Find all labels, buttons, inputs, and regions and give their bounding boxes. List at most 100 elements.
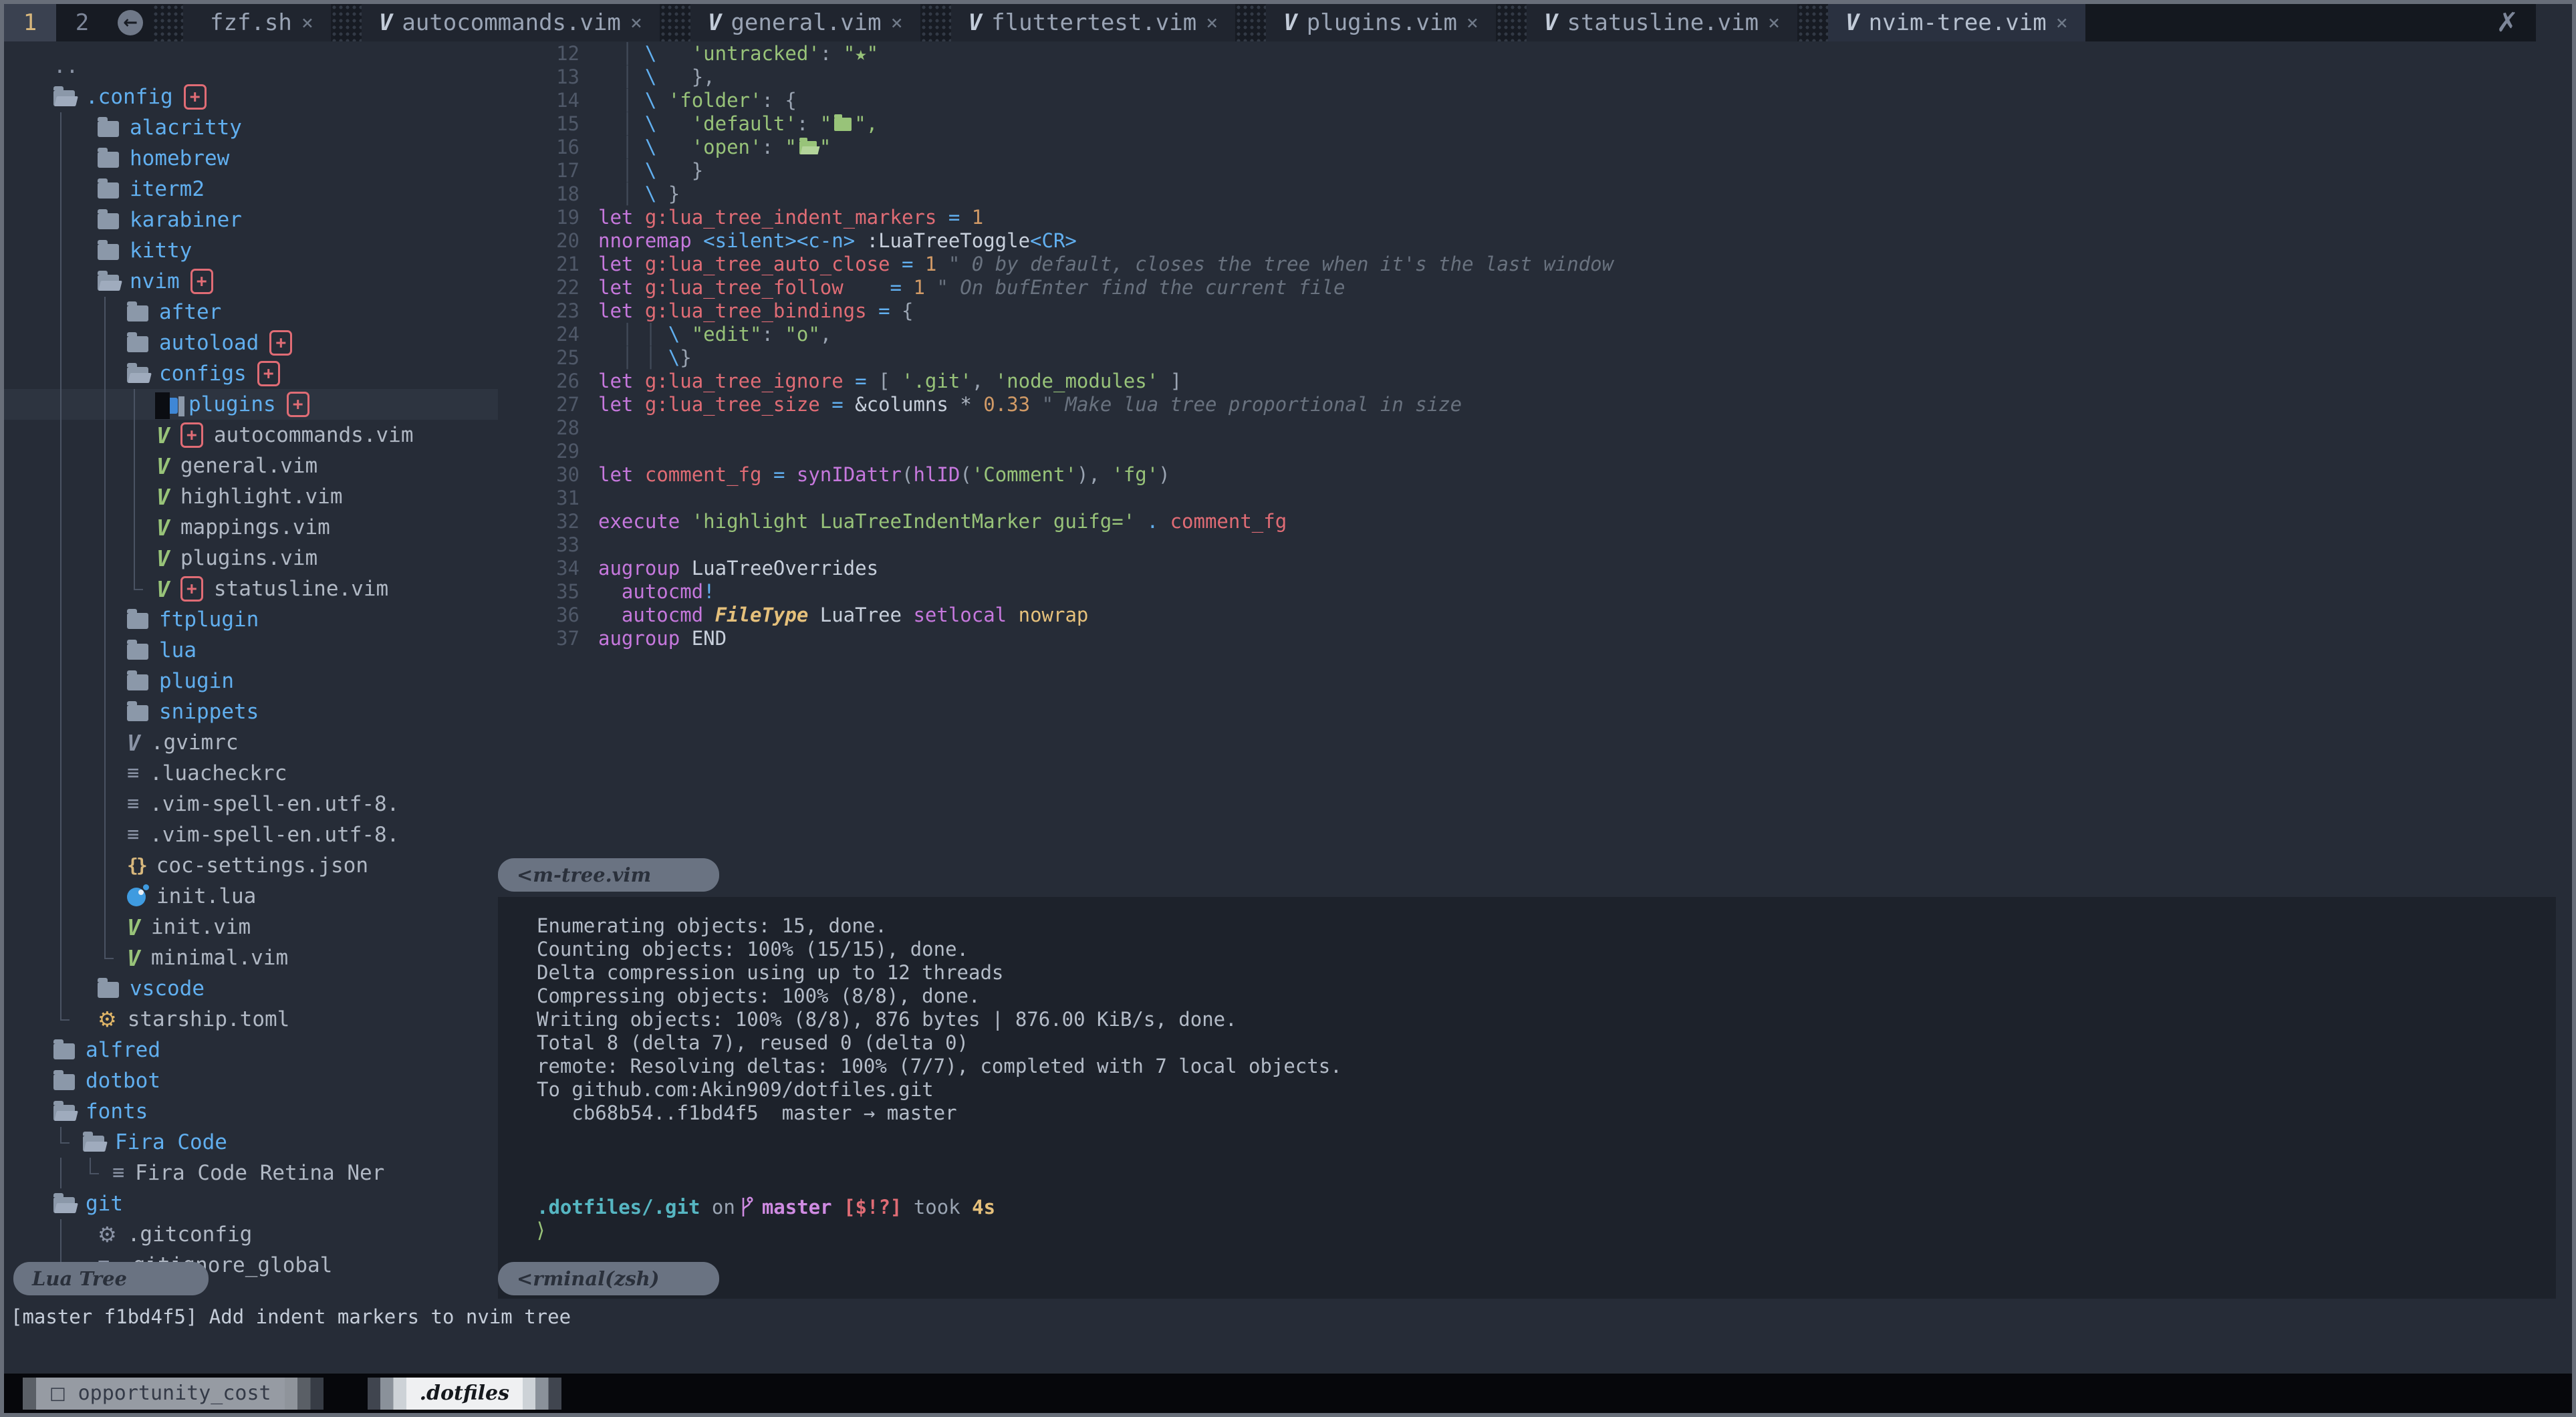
code-line-27[interactable]: 27let g:lua_tree_size = &columns * 0.33 …: [498, 392, 2572, 416]
tree-guide: [53, 543, 68, 573]
tmux-window-.dotfiles[interactable]: .dotfiles: [368, 1378, 561, 1410]
tab-close-icon[interactable]: ×: [301, 11, 313, 35]
code-line-26[interactable]: 26let g:lua_tree_ignore = [ '.git', 'nod…: [498, 369, 2572, 392]
git-status-icon: +: [287, 392, 309, 417]
tree-item-nvim[interactable]: nvim+: [4, 266, 498, 297]
tree-guide: [53, 819, 68, 850]
tab-close-icon[interactable]: ×: [1768, 11, 1780, 35]
tree-item-git[interactable]: git: [4, 1188, 498, 1219]
tree-item-general.vim[interactable]: Vgeneral.vim: [4, 450, 498, 481]
code-line-25[interactable]: 25 │ │ \}: [498, 346, 2572, 369]
code-line-23[interactable]: 23let g:lua_tree_bindings = {: [498, 299, 2572, 322]
tree-item-plugins[interactable]: plugins+: [4, 389, 498, 420]
tree-item-plugins.vim[interactable]: Vplugins.vim: [4, 543, 498, 573]
code-line-32[interactable]: 32execute 'highlight LuaTreeIndentMarker…: [498, 509, 2572, 533]
tree-item-Fira Code Retina Ner[interactable]: ≡Fira Code Retina Ner: [4, 1158, 498, 1188]
vim-icon: V: [708, 9, 721, 36]
tree-item-.gvimrc[interactable]: V.gvimrc: [4, 727, 498, 758]
history-back-button[interactable]: ←: [108, 4, 152, 41]
tab-fluttertest.vim[interactable]: Vfluttertest.vim×: [951, 4, 1236, 41]
tab-autocommands.vim[interactable]: Vautocommands.vim×: [362, 4, 660, 41]
tree-item-iterm2[interactable]: iterm2: [4, 174, 498, 205]
tab-close-icon[interactable]: ×: [2056, 11, 2068, 35]
line-number: 34: [498, 557, 598, 579]
code-line-35[interactable]: 35 autocmd!: [498, 579, 2572, 603]
tree-item-snippets[interactable]: snippets: [4, 696, 498, 727]
git-status-icon: +: [190, 269, 213, 294]
code-line-20[interactable]: 20nnoremap <silent><c-n> :LuaTreeToggle<…: [498, 229, 2572, 252]
code-line-29[interactable]: 29: [498, 439, 2572, 463]
tab-close-icon[interactable]: ×: [630, 11, 642, 35]
tab-close-icon[interactable]: ×: [891, 11, 903, 35]
code-line-30[interactable]: 30let comment_fg = synIDattr(hlID('Comme…: [498, 463, 2572, 486]
code-line-22[interactable]: 22let g:lua_tree_follow = 1 " On bufEnte…: [498, 275, 2572, 299]
tree-item-lua[interactable]: lua: [4, 635, 498, 666]
close-all-icon[interactable]: ✗: [2496, 7, 2519, 38]
code-line-19[interactable]: 19let g:lua_tree_indent_markers = 1: [498, 205, 2572, 229]
tree-item-coc-settings.json[interactable]: {}coc-settings.json: [4, 850, 498, 881]
code-line-31[interactable]: 31: [498, 486, 2572, 509]
tab-fzf.sh[interactable]: >_fzf.sh×: [183, 4, 331, 41]
tree-item-minimal.vim[interactable]: Vminimal.vim: [4, 942, 498, 973]
tree-item-after[interactable]: after: [4, 297, 498, 328]
terminal-line: Enumerating objects: 15, done.: [537, 914, 2556, 938]
prompt-on-word: on: [712, 1196, 735, 1218]
code-line-16[interactable]: 16 │ \ 'open': "": [498, 135, 2572, 158]
tabpage-number-1[interactable]: 1: [4, 4, 56, 41]
tree-item-plugin[interactable]: plugin: [4, 666, 498, 696]
code-line-24[interactable]: 24 │ │ \ "edit": "o",: [498, 322, 2572, 346]
code-line-17[interactable]: 17 │ \ }: [498, 158, 2572, 182]
code-line-13[interactable]: 13 │ \ },: [498, 65, 2572, 88]
tab-close-icon[interactable]: ×: [1466, 11, 1478, 35]
code-line-14[interactable]: 14 │ \ 'folder': {: [498, 88, 2572, 112]
tabpage-number-2[interactable]: 2: [56, 4, 108, 41]
tree-item-autoload[interactable]: autoload+: [4, 328, 498, 358]
tree-item-kitty[interactable]: kitty: [4, 235, 498, 266]
tmux-window-opportunity_cost[interactable]: □opportunity_cost: [23, 1378, 324, 1410]
tree-item-configs[interactable]: configs+: [4, 358, 498, 389]
tree-item-fonts[interactable]: fonts: [4, 1096, 498, 1127]
tab-statusline.vim[interactable]: Vstatusline.vim×: [1527, 4, 1797, 41]
tree-item-init.vim[interactable]: Vinit.vim: [4, 912, 498, 942]
tree-item-statusline.vim[interactable]: V+statusline.vim: [4, 573, 498, 604]
tree-item-ftplugin[interactable]: ftplugin: [4, 604, 498, 635]
code-text: let g:lua_tree_size = &columns * 0.33 " …: [598, 393, 1462, 416]
tree-item-.vim-spell-en.utf-8.[interactable]: ≡.vim-spell-en.utf-8.: [4, 789, 498, 819]
tree-item-alfred[interactable]: alfred: [4, 1035, 498, 1065]
tree-item-label: homebrew: [130, 146, 229, 170]
tree-item-.config[interactable]: .config+: [4, 82, 498, 112]
tree-item-vscode[interactable]: vscode: [4, 973, 498, 1004]
tree-item-Fira Code[interactable]: Fira Code: [4, 1127, 498, 1158]
tree-item-starship.toml[interactable]: ⚙starship.toml: [4, 1004, 498, 1035]
tree-item-.gitconfig[interactable]: ⚙.gitconfig: [4, 1219, 498, 1250]
code-line-37[interactable]: 37augroup END: [498, 626, 2572, 650]
tree-indent: [83, 758, 98, 789]
terminal-split[interactable]: Enumerating objects: 15, done.Counting o…: [498, 897, 2556, 1299]
tree-item-.vim-spell-en.utf-8.[interactable]: ≡.vim-spell-en.utf-8.: [4, 819, 498, 850]
tree-item-init.lua[interactable]: init.lua: [4, 881, 498, 912]
tree-item-highlight.vim[interactable]: Vhighlight.vim: [4, 481, 498, 512]
tree-indent: [24, 112, 39, 143]
code-line-36[interactable]: 36 autocmd FileType LuaTree setlocal now…: [498, 603, 2572, 626]
tree-item-dotbot[interactable]: dotbot: [4, 1065, 498, 1096]
tab-plugins.vim[interactable]: Vplugins.vim×: [1266, 4, 1496, 41]
tree-item-autocommands.vim[interactable]: V+autocommands.vim: [4, 420, 498, 450]
code-line-28[interactable]: 28: [498, 416, 2572, 439]
tree-item-homebrew[interactable]: homebrew: [4, 143, 498, 174]
code-line-18[interactable]: 18 │ \ }: [498, 182, 2572, 205]
tree-indent: [68, 789, 83, 819]
tab-general.vim[interactable]: Vgeneral.vim×: [690, 4, 920, 41]
tree-item-..[interactable]: ..: [4, 51, 498, 82]
tab-nvim-tree.vim[interactable]: Vnvim-tree.vim×: [1828, 4, 2085, 41]
tree-item-.luacheckrc[interactable]: ≡.luacheckrc: [4, 758, 498, 789]
tree-item-alacritty[interactable]: alacritty: [4, 112, 498, 143]
code-line-33[interactable]: 33: [498, 533, 2572, 556]
code-line-15[interactable]: 15 │ \ 'default': "",: [498, 112, 2572, 135]
tree-item-mappings.vim[interactable]: Vmappings.vim: [4, 512, 498, 543]
code-text: nnoremap <silent><c-n> :LuaTreeToggle<CR…: [598, 229, 1077, 252]
tree-item-karabiner[interactable]: karabiner: [4, 205, 498, 235]
code-line-21[interactable]: 21let g:lua_tree_auto_close = 1 " 0 by d…: [498, 252, 2572, 275]
code-line-34[interactable]: 34augroup LuaTreeOverrides: [498, 556, 2572, 579]
code-line-12[interactable]: 12 │ \ 'untracked': "★": [498, 41, 2572, 65]
tab-close-icon[interactable]: ×: [1206, 11, 1218, 35]
